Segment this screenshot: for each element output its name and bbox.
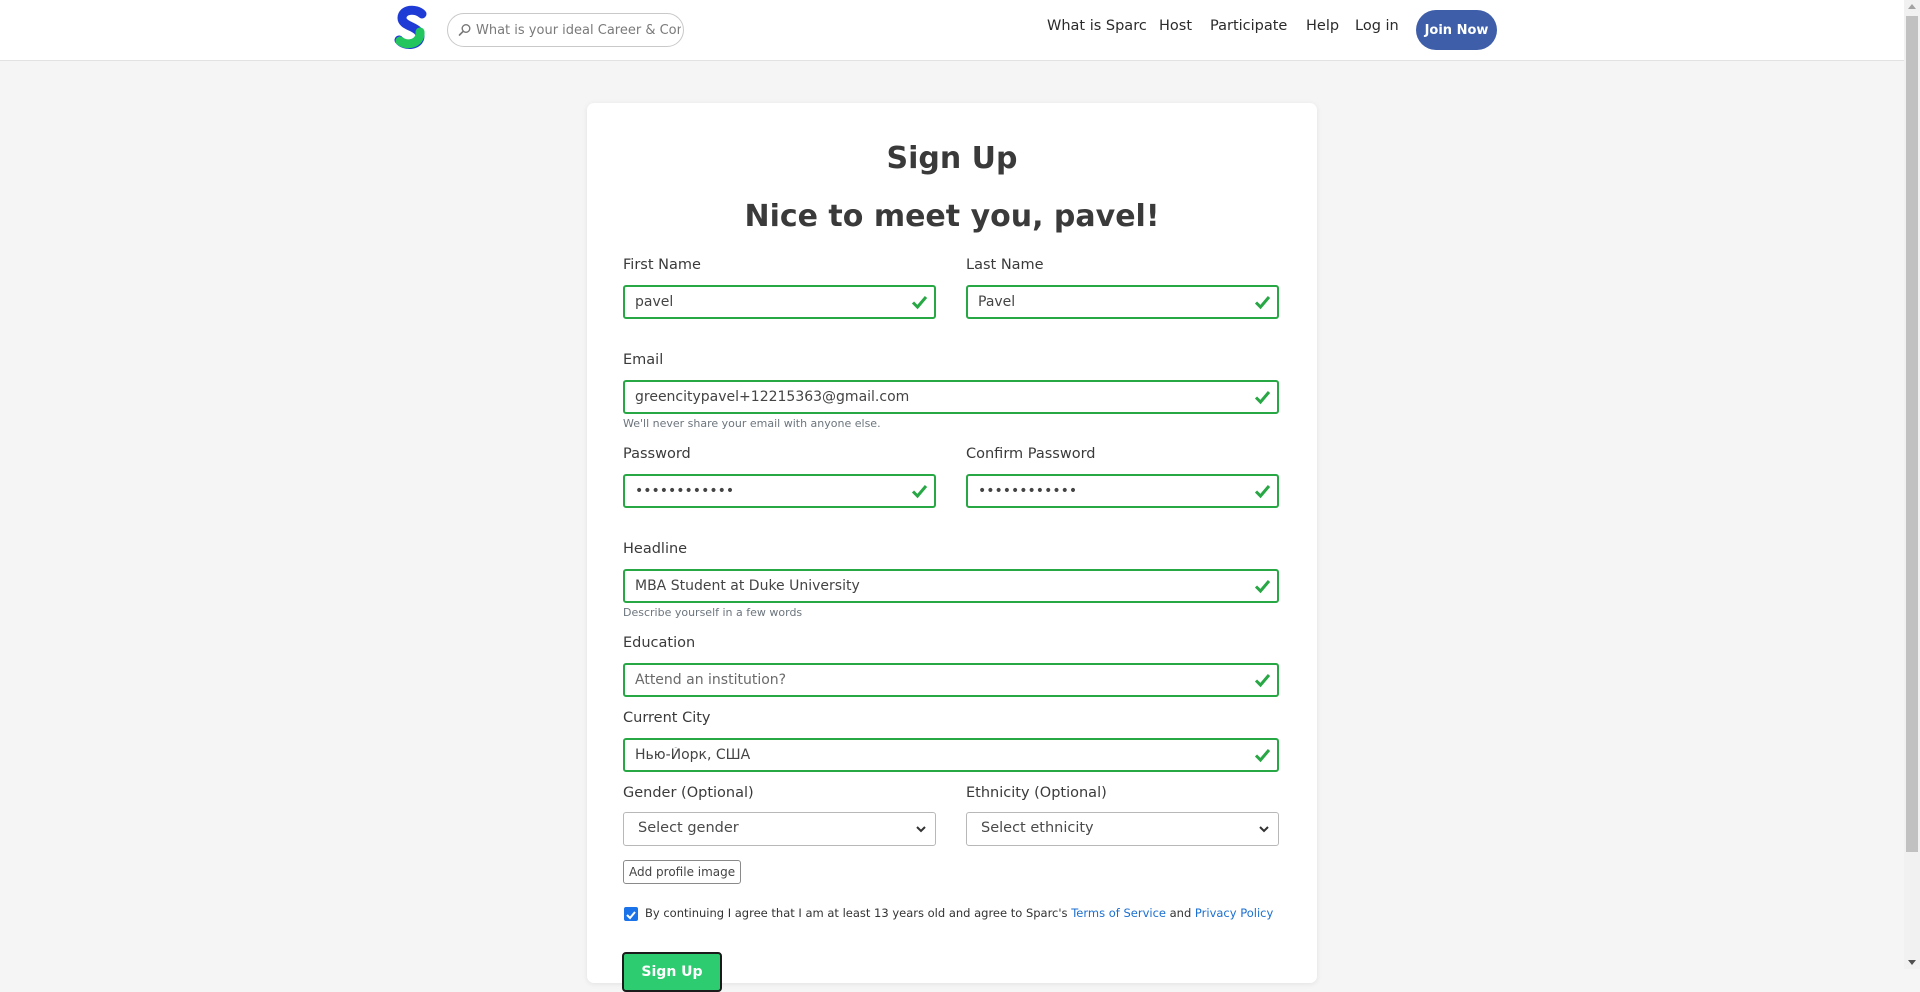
last-name-field[interactable]: [966, 285, 1279, 319]
education-label: Education: [623, 635, 696, 651]
confirm-password-input[interactable]: [978, 476, 1248, 506]
headline-help-text: Describe yourself in a few words: [623, 606, 803, 619]
sparc-logo[interactable]: [394, 5, 428, 53]
first-name-field[interactable]: [623, 285, 936, 319]
education-field[interactable]: [623, 663, 1279, 697]
first-name-input[interactable]: [635, 287, 905, 317]
last-name-label: Last Name: [966, 257, 1044, 273]
valid-check-icon: [1254, 296, 1271, 310]
top-navigation-bar: What is Sparc Host Participate Help Log …: [0, 0, 1904, 61]
valid-check-icon: [1254, 485, 1271, 499]
search-icon: [458, 24, 471, 36]
chevron-down-icon: [916, 826, 926, 833]
valid-check-icon: [1254, 391, 1271, 405]
chevron-down-icon: [1259, 826, 1269, 833]
signup-card: Sign Up Nice to meet you, pavel! First N…: [587, 103, 1317, 992]
scrollbar-thumb[interactable]: [1906, 16, 1918, 852]
gender-select[interactable]: Select gender: [623, 812, 936, 846]
nav-participate[interactable]: Participate: [1210, 18, 1287, 34]
ethnicity-select[interactable]: Select ethnicity: [966, 812, 1279, 846]
email-field[interactable]: [623, 380, 1279, 414]
terms-of-service-link[interactable]: Terms of Service: [1071, 906, 1166, 920]
scroll-down-arrow-icon[interactable]: [1908, 960, 1916, 965]
headline-field[interactable]: [623, 569, 1279, 603]
career-search-box[interactable]: [447, 13, 684, 47]
password-field[interactable]: [623, 474, 936, 508]
ethnicity-selected-value: Select ethnicity: [981, 820, 1094, 836]
valid-check-icon: [1254, 749, 1271, 763]
nav-log-in[interactable]: Log in: [1355, 18, 1399, 34]
greeting-heading: Nice to meet you, pavel!: [744, 199, 1160, 234]
scroll-up-arrow-icon[interactable]: [1908, 4, 1916, 9]
join-now-button[interactable]: Join Now: [1416, 10, 1497, 50]
agree-checkbox[interactable]: [624, 907, 638, 921]
password-label: Password: [623, 446, 691, 462]
valid-check-icon: [911, 296, 928, 310]
confirm-password-label: Confirm Password: [966, 446, 1096, 462]
page-scrollbar[interactable]: [1904, 0, 1920, 969]
agreement-text-and: and: [1165, 906, 1195, 920]
page-title: Sign Up: [886, 141, 1018, 176]
checkmark-icon: [626, 911, 636, 920]
email-help-text: We'll never share your email with anyone…: [623, 417, 881, 430]
email-input[interactable]: [635, 382, 1245, 412]
ethnicity-label: Ethnicity (Optional): [966, 785, 1107, 801]
current-city-label: Current City: [623, 710, 711, 726]
privacy-policy-link[interactable]: Privacy Policy: [1195, 906, 1273, 920]
gender-selected-value: Select gender: [638, 820, 739, 836]
education-input[interactable]: [635, 665, 1245, 695]
last-name-input[interactable]: [978, 287, 1248, 317]
valid-check-icon: [1254, 580, 1271, 594]
agreement-text-intro: By continuing I agree that I am at least…: [645, 906, 1072, 920]
current-city-input[interactable]: [635, 740, 1245, 770]
headline-label: Headline: [623, 541, 688, 557]
headline-input[interactable]: [635, 571, 1245, 601]
sign-up-submit-button[interactable]: Sign Up: [622, 952, 722, 992]
nav-help[interactable]: Help: [1306, 18, 1339, 34]
confirm-password-field[interactable]: [966, 474, 1279, 508]
nav-what-is-sparc[interactable]: What is Sparc: [1047, 18, 1147, 34]
password-input[interactable]: [635, 476, 905, 506]
agreement-text: By continuing I agree that I am at least…: [645, 906, 1273, 920]
first-name-label: First Name: [623, 257, 701, 273]
email-label: Email: [623, 352, 664, 368]
search-input[interactable]: [476, 14, 681, 46]
nav-host[interactable]: Host: [1159, 18, 1192, 34]
gender-label: Gender (Optional): [623, 785, 754, 801]
add-profile-image-button[interactable]: Add profile image: [623, 860, 742, 884]
current-city-field[interactable]: [623, 738, 1279, 772]
valid-check-icon: [911, 485, 928, 499]
valid-check-icon: [1254, 674, 1271, 688]
